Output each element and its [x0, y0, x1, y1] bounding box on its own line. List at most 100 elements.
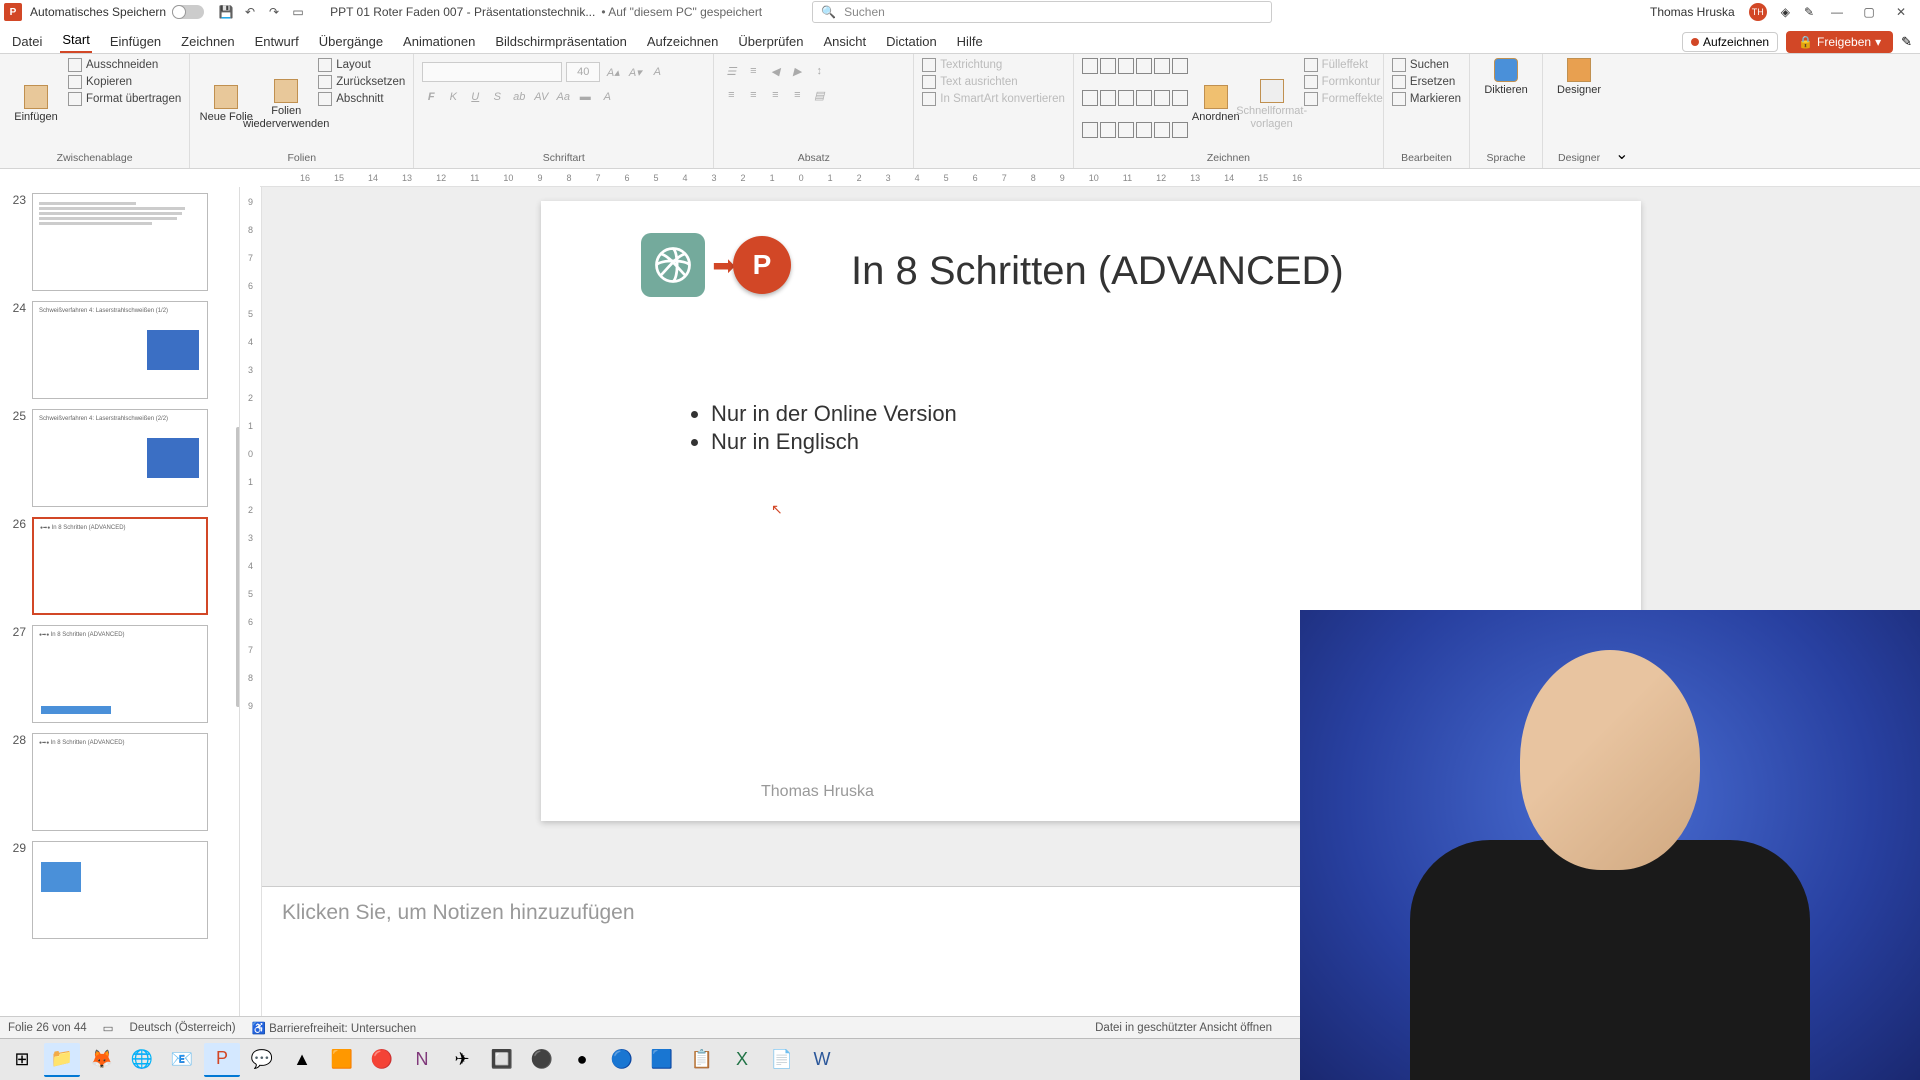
- chevron-down-icon[interactable]: ⌄: [1615, 144, 1628, 164]
- bold-button[interactable]: F: [422, 88, 440, 106]
- diamond-icon[interactable]: ◈: [1781, 5, 1790, 19]
- accessibility-label[interactable]: ♿ Barrierefreiheit: Untersuchen: [252, 1021, 417, 1035]
- align-right-button[interactable]: ≡: [766, 86, 784, 104]
- underline-button[interactable]: U: [466, 88, 484, 106]
- user-name[interactable]: Thomas Hruska: [1650, 5, 1735, 19]
- app-icon-6[interactable]: 🔵: [604, 1043, 640, 1077]
- tab-hilfe[interactable]: Hilfe: [955, 30, 985, 53]
- search-input[interactable]: 🔍 Suchen: [812, 1, 1272, 23]
- record-button[interactable]: Aufzeichnen: [1682, 32, 1778, 52]
- decrease-indent-button[interactable]: ◀: [766, 62, 784, 80]
- app-icon-3[interactable]: 🔴: [364, 1043, 400, 1077]
- thumbnail-27[interactable]: ●➡● In 8 Schritten (ADVANCED): [32, 625, 208, 723]
- app-icon-1[interactable]: 💬: [244, 1043, 280, 1077]
- reuse-slides-button[interactable]: Folien wiederverwenden: [258, 58, 314, 152]
- obs-icon[interactable]: ⚫: [524, 1043, 560, 1077]
- format-painter-button[interactable]: Format übertragen: [68, 92, 181, 106]
- slide-thumbnails-panel[interactable]: 23 24 Schweißverfahren 4: Laserstrahlsch…: [0, 187, 240, 1016]
- decrease-font-icon[interactable]: A▾: [626, 63, 644, 81]
- thumbnail-28[interactable]: ●➡● In 8 Schritten (ADVANCED): [32, 733, 208, 831]
- slide-bullets[interactable]: Nur in der Online Version Nur in Englisc…: [691, 401, 957, 457]
- dictate-button[interactable]: Diktieren: [1478, 58, 1534, 97]
- tab-datei[interactable]: Datei: [10, 30, 44, 53]
- tab-dictation[interactable]: Dictation: [884, 30, 939, 53]
- bullets-button[interactable]: ☰: [722, 62, 740, 80]
- copy-button[interactable]: Kopieren: [68, 75, 181, 89]
- chrome-icon[interactable]: 🌐: [124, 1043, 160, 1077]
- tab-entwurf[interactable]: Entwurf: [253, 30, 301, 53]
- thumbnail-25[interactable]: Schweißverfahren 4: Laserstrahlschweißen…: [32, 409, 208, 507]
- designer-button[interactable]: Designer: [1551, 58, 1607, 97]
- tab-einfuegen[interactable]: Einfügen: [108, 30, 163, 53]
- align-left-button[interactable]: ≡: [722, 86, 740, 104]
- redo-icon[interactable]: ↷: [266, 4, 282, 20]
- font-size-input[interactable]: [566, 62, 600, 82]
- panel-resize-handle[interactable]: [236, 427, 240, 707]
- app-icon-8[interactable]: 📋: [684, 1043, 720, 1077]
- file-explorer-icon[interactable]: 📁: [44, 1043, 80, 1077]
- font-family-input[interactable]: [422, 62, 562, 82]
- tab-uebergaenge[interactable]: Übergänge: [317, 30, 385, 53]
- cut-button[interactable]: Ausschneiden: [68, 58, 181, 72]
- thumbnail-29[interactable]: [32, 841, 208, 939]
- telegram-icon[interactable]: ✈: [444, 1043, 480, 1077]
- app-icon-2[interactable]: 🟧: [324, 1043, 360, 1077]
- justify-button[interactable]: ≡: [788, 86, 806, 104]
- app-icon-4[interactable]: 🔲: [484, 1043, 520, 1077]
- tab-aufzeichnen[interactable]: Aufzeichnen: [645, 30, 721, 53]
- shapes-gallery[interactable]: [1082, 58, 1188, 152]
- excel-icon[interactable]: X: [724, 1043, 760, 1077]
- align-center-button[interactable]: ≡: [744, 86, 762, 104]
- font-color-button[interactable]: A: [598, 88, 616, 106]
- numbering-button[interactable]: ≡: [744, 62, 762, 80]
- paste-button[interactable]: Einfügen: [8, 58, 64, 152]
- collapse-ribbon-icon[interactable]: ✎: [1901, 34, 1912, 50]
- outlook-icon[interactable]: 📧: [164, 1043, 200, 1077]
- present-icon[interactable]: ▭: [290, 4, 306, 20]
- autosave-toggle[interactable]: Automatisches Speichern: [30, 5, 204, 19]
- line-spacing-button[interactable]: ↕: [810, 62, 828, 80]
- thumbnail-24[interactable]: Schweißverfahren 4: Laserstrahlschweißen…: [32, 301, 208, 399]
- tab-zeichnen[interactable]: Zeichnen: [179, 30, 236, 53]
- thumbnail-23[interactable]: [32, 193, 208, 291]
- highlight-button[interactable]: ▬: [576, 88, 594, 106]
- columns-button[interactable]: ▤: [810, 86, 828, 104]
- firefox-icon[interactable]: 🦊: [84, 1043, 120, 1077]
- replace-button[interactable]: Ersetzen: [1392, 75, 1461, 89]
- arrange-button[interactable]: Anordnen: [1192, 58, 1240, 152]
- tab-bildschirm[interactable]: Bildschirmpräsentation: [493, 30, 629, 53]
- tryit-icon[interactable]: ✎: [1804, 5, 1814, 19]
- outline-icon[interactable]: ▭: [103, 1021, 114, 1035]
- minimize-button[interactable]: —: [1828, 3, 1846, 21]
- increase-indent-button[interactable]: ▶: [788, 62, 806, 80]
- document-saved-location[interactable]: • Auf "diesem PC" gespeichert: [601, 5, 762, 19]
- find-button[interactable]: Suchen: [1392, 58, 1461, 72]
- save-icon[interactable]: 💾: [218, 4, 234, 20]
- language-label[interactable]: Deutsch (Österreich): [130, 1022, 236, 1034]
- start-menu-button[interactable]: ⊞: [4, 1043, 40, 1077]
- tab-start[interactable]: Start: [60, 28, 91, 53]
- thumbnail-26[interactable]: ●➡● In 8 Schritten (ADVANCED): [32, 517, 208, 615]
- select-button[interactable]: Markieren: [1392, 92, 1461, 106]
- close-button[interactable]: ✕: [1892, 3, 1910, 21]
- strike-button[interactable]: S: [488, 88, 506, 106]
- increase-font-icon[interactable]: A▴: [604, 63, 622, 81]
- undo-icon[interactable]: ↶: [242, 4, 258, 20]
- toggle-icon[interactable]: [172, 5, 204, 19]
- powerpoint-taskbar-icon[interactable]: P: [204, 1043, 240, 1077]
- clear-format-icon[interactable]: A: [648, 63, 666, 81]
- app-icon-5[interactable]: ●: [564, 1043, 600, 1077]
- section-button[interactable]: Abschnitt: [318, 92, 405, 106]
- layout-button[interactable]: Layout: [318, 58, 405, 72]
- word-icon[interactable]: W: [804, 1043, 840, 1077]
- case-button[interactable]: Aa: [554, 88, 572, 106]
- slide-counter[interactable]: Folie 26 von 44: [8, 1022, 87, 1034]
- user-avatar[interactable]: TH: [1749, 3, 1767, 21]
- tab-ansicht[interactable]: Ansicht: [821, 30, 868, 53]
- quick-styles-button[interactable]: Schnellformat-vorlagen: [1244, 58, 1300, 152]
- notepad-icon[interactable]: 📄: [764, 1043, 800, 1077]
- share-button[interactable]: 🔒 Freigeben ▾: [1786, 31, 1893, 53]
- vlc-icon[interactable]: ▲: [284, 1043, 320, 1077]
- maximize-button[interactable]: ▢: [1860, 3, 1878, 21]
- shadow-button[interactable]: ab: [510, 88, 528, 106]
